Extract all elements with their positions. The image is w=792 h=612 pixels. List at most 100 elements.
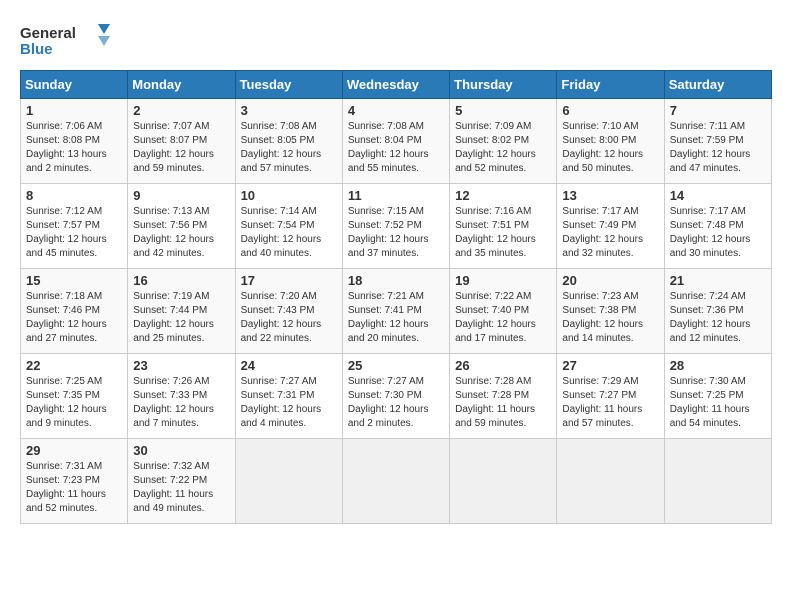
calendar-cell: 24 Sunrise: 7:27 AMSunset: 7:31 PMDaylig… — [235, 354, 342, 439]
calendar-cell: 7 Sunrise: 7:11 AMSunset: 7:59 PMDayligh… — [664, 99, 771, 184]
day-number: 5 — [455, 103, 551, 118]
calendar-cell: 5 Sunrise: 7:09 AMSunset: 8:02 PMDayligh… — [450, 99, 557, 184]
calendar-cell: 8 Sunrise: 7:12 AMSunset: 7:57 PMDayligh… — [21, 184, 128, 269]
day-info: Sunrise: 7:06 AMSunset: 8:08 PMDaylight:… — [26, 120, 122, 176]
day-info: Sunrise: 7:11 AMSunset: 7:59 PMDaylight:… — [670, 120, 766, 176]
day-number: 14 — [670, 188, 766, 203]
day-number: 12 — [455, 188, 551, 203]
calendar-week-1: 1 Sunrise: 7:06 AMSunset: 8:08 PMDayligh… — [21, 99, 772, 184]
calendar-cell: 4 Sunrise: 7:08 AMSunset: 8:04 PMDayligh… — [342, 99, 449, 184]
day-number: 24 — [241, 358, 337, 373]
day-number: 15 — [26, 273, 122, 288]
calendar-week-2: 8 Sunrise: 7:12 AMSunset: 7:57 PMDayligh… — [21, 184, 772, 269]
calendar-cell: 14 Sunrise: 7:17 AMSunset: 7:48 PMDaylig… — [664, 184, 771, 269]
calendar-cell — [450, 439, 557, 524]
calendar-body: 1 Sunrise: 7:06 AMSunset: 8:08 PMDayligh… — [21, 99, 772, 524]
page-header: General Blue — [20, 20, 772, 60]
day-number: 7 — [670, 103, 766, 118]
calendar-cell: 10 Sunrise: 7:14 AMSunset: 7:54 PMDaylig… — [235, 184, 342, 269]
day-number: 25 — [348, 358, 444, 373]
day-number: 4 — [348, 103, 444, 118]
calendar-cell: 1 Sunrise: 7:06 AMSunset: 8:08 PMDayligh… — [21, 99, 128, 184]
weekday-header-sunday: Sunday — [21, 71, 128, 99]
calendar-table: SundayMondayTuesdayWednesdayThursdayFrid… — [20, 70, 772, 524]
day-number: 1 — [26, 103, 122, 118]
day-info: Sunrise: 7:15 AMSunset: 7:52 PMDaylight:… — [348, 205, 444, 261]
day-number: 18 — [348, 273, 444, 288]
calendar-cell: 13 Sunrise: 7:17 AMSunset: 7:49 PMDaylig… — [557, 184, 664, 269]
day-info: Sunrise: 7:21 AMSunset: 7:41 PMDaylight:… — [348, 290, 444, 346]
day-info: Sunrise: 7:09 AMSunset: 8:02 PMDaylight:… — [455, 120, 551, 176]
day-number: 9 — [133, 188, 229, 203]
day-number: 3 — [241, 103, 337, 118]
day-info: Sunrise: 7:27 AMSunset: 7:31 PMDaylight:… — [241, 375, 337, 431]
calendar-week-3: 15 Sunrise: 7:18 AMSunset: 7:46 PMDaylig… — [21, 269, 772, 354]
day-number: 28 — [670, 358, 766, 373]
calendar-header: SundayMondayTuesdayWednesdayThursdayFrid… — [21, 71, 772, 99]
calendar-cell: 3 Sunrise: 7:08 AMSunset: 8:05 PMDayligh… — [235, 99, 342, 184]
logo-svg: General Blue — [20, 20, 110, 60]
calendar-week-4: 22 Sunrise: 7:25 AMSunset: 7:35 PMDaylig… — [21, 354, 772, 439]
day-number: 8 — [26, 188, 122, 203]
weekday-row: SundayMondayTuesdayWednesdayThursdayFrid… — [21, 71, 772, 99]
weekday-header-thursday: Thursday — [450, 71, 557, 99]
day-info: Sunrise: 7:10 AMSunset: 8:00 PMDaylight:… — [562, 120, 658, 176]
calendar-cell: 30 Sunrise: 7:32 AMSunset: 7:22 PMDaylig… — [128, 439, 235, 524]
calendar-cell: 21 Sunrise: 7:24 AMSunset: 7:36 PMDaylig… — [664, 269, 771, 354]
calendar-cell: 17 Sunrise: 7:20 AMSunset: 7:43 PMDaylig… — [235, 269, 342, 354]
day-info: Sunrise: 7:08 AMSunset: 8:05 PMDaylight:… — [241, 120, 337, 176]
day-number: 26 — [455, 358, 551, 373]
day-info: Sunrise: 7:13 AMSunset: 7:56 PMDaylight:… — [133, 205, 229, 261]
day-info: Sunrise: 7:18 AMSunset: 7:46 PMDaylight:… — [26, 290, 122, 346]
day-number: 30 — [133, 443, 229, 458]
calendar-cell — [557, 439, 664, 524]
weekday-header-monday: Monday — [128, 71, 235, 99]
calendar-cell: 25 Sunrise: 7:27 AMSunset: 7:30 PMDaylig… — [342, 354, 449, 439]
calendar-cell: 19 Sunrise: 7:22 AMSunset: 7:40 PMDaylig… — [450, 269, 557, 354]
calendar-cell — [342, 439, 449, 524]
calendar-week-5: 29 Sunrise: 7:31 AMSunset: 7:23 PMDaylig… — [21, 439, 772, 524]
calendar-cell: 23 Sunrise: 7:26 AMSunset: 7:33 PMDaylig… — [128, 354, 235, 439]
calendar-cell: 27 Sunrise: 7:29 AMSunset: 7:27 PMDaylig… — [557, 354, 664, 439]
day-info: Sunrise: 7:28 AMSunset: 7:28 PMDaylight:… — [455, 375, 551, 431]
day-info: Sunrise: 7:27 AMSunset: 7:30 PMDaylight:… — [348, 375, 444, 431]
day-info: Sunrise: 7:22 AMSunset: 7:40 PMDaylight:… — [455, 290, 551, 346]
day-number: 22 — [26, 358, 122, 373]
logo: General Blue — [20, 20, 110, 60]
calendar-cell: 12 Sunrise: 7:16 AMSunset: 7:51 PMDaylig… — [450, 184, 557, 269]
day-number: 19 — [455, 273, 551, 288]
day-info: Sunrise: 7:23 AMSunset: 7:38 PMDaylight:… — [562, 290, 658, 346]
day-info: Sunrise: 7:16 AMSunset: 7:51 PMDaylight:… — [455, 205, 551, 261]
svg-text:General: General — [20, 25, 76, 42]
day-number: 23 — [133, 358, 229, 373]
day-info: Sunrise: 7:31 AMSunset: 7:23 PMDaylight:… — [26, 460, 122, 516]
calendar-cell: 26 Sunrise: 7:28 AMSunset: 7:28 PMDaylig… — [450, 354, 557, 439]
day-info: Sunrise: 7:14 AMSunset: 7:54 PMDaylight:… — [241, 205, 337, 261]
day-number: 11 — [348, 188, 444, 203]
calendar-cell — [235, 439, 342, 524]
calendar-cell: 6 Sunrise: 7:10 AMSunset: 8:00 PMDayligh… — [557, 99, 664, 184]
day-info: Sunrise: 7:08 AMSunset: 8:04 PMDaylight:… — [348, 120, 444, 176]
weekday-header-tuesday: Tuesday — [235, 71, 342, 99]
calendar-cell — [664, 439, 771, 524]
day-number: 10 — [241, 188, 337, 203]
calendar-cell: 16 Sunrise: 7:19 AMSunset: 7:44 PMDaylig… — [128, 269, 235, 354]
day-number: 13 — [562, 188, 658, 203]
day-number: 17 — [241, 273, 337, 288]
day-number: 20 — [562, 273, 658, 288]
day-info: Sunrise: 7:25 AMSunset: 7:35 PMDaylight:… — [26, 375, 122, 431]
weekday-header-saturday: Saturday — [664, 71, 771, 99]
day-info: Sunrise: 7:07 AMSunset: 8:07 PMDaylight:… — [133, 120, 229, 176]
day-info: Sunrise: 7:20 AMSunset: 7:43 PMDaylight:… — [241, 290, 337, 346]
weekday-header-wednesday: Wednesday — [342, 71, 449, 99]
day-number: 2 — [133, 103, 229, 118]
calendar-cell: 28 Sunrise: 7:30 AMSunset: 7:25 PMDaylig… — [664, 354, 771, 439]
day-info: Sunrise: 7:32 AMSunset: 7:22 PMDaylight:… — [133, 460, 229, 516]
weekday-header-friday: Friday — [557, 71, 664, 99]
svg-text:Blue: Blue — [20, 41, 53, 58]
day-number: 27 — [562, 358, 658, 373]
day-number: 16 — [133, 273, 229, 288]
day-info: Sunrise: 7:26 AMSunset: 7:33 PMDaylight:… — [133, 375, 229, 431]
calendar-cell: 15 Sunrise: 7:18 AMSunset: 7:46 PMDaylig… — [21, 269, 128, 354]
calendar-cell: 22 Sunrise: 7:25 AMSunset: 7:35 PMDaylig… — [21, 354, 128, 439]
